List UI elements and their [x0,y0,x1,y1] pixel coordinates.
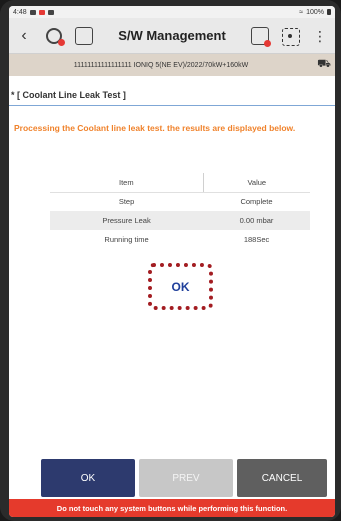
app-header: ‹ S/W Management ⋮ [9,18,335,54]
back-button[interactable]: ‹ [9,18,39,54]
vehicle-info: 11111111111111111 IONIQ 5(NE EV)/2022/70… [73,61,249,69]
cancel-button[interactable]: CANCEL [237,459,327,497]
table-row: Running time 188Sec [50,230,310,249]
row-value: Complete [240,197,273,207]
car-icon[interactable]: ⛟ [313,58,335,72]
section-title: * [ Coolant Line Leak Test ] [9,84,335,106]
alert-badge [264,39,271,47]
app-notification-icon [38,9,45,15]
vehicle-info-bar: 11111111111111111 IONIQ 5(NE EV)/2022/70… [9,54,335,76]
warning-banner: Do not touch any system buttons while pe… [9,499,335,517]
wifi-icon: ≈ [299,8,304,16]
column-header-item: Item [50,173,204,193]
row-item: Running time [104,235,149,244]
row-item: Step [118,197,135,207]
notification-icon [29,9,36,15]
tablet-device: 4:48 ≈ 100% ‹ S/W Management ⋮ 111111111… [0,0,341,521]
table-row: Step Complete [50,192,310,211]
prev-button[interactable]: PREV [139,459,233,497]
row-item: Pressure Leak [50,211,204,230]
more-button[interactable]: ⋮ [305,18,335,54]
status-right: ≈ 100% [299,9,331,16]
battery-level: 100% [306,8,324,16]
status-bar: 4:48 ≈ 100% [9,6,335,18]
status-time: 4:48 [13,8,27,16]
row-value: 188Sec [243,235,270,244]
screen: 4:48 ≈ 100% ‹ S/W Management ⋮ 111111111… [9,6,335,517]
page-title: S/W Management [118,28,226,43]
calendar-alert-icon [251,26,271,47]
alert-badge [58,38,65,46]
more-vertical-icon: ⋮ [313,27,327,44]
settings-button[interactable] [39,18,69,54]
upload-button[interactable] [69,18,99,54]
column-header-value: Value [202,173,310,193]
ok-button[interactable]: OK [41,459,135,497]
table-row: Pressure Leak 0.00 mbar [50,211,310,230]
result-ok-label: OK [148,263,213,310]
battery-icon [327,9,331,15]
calendar-button[interactable] [245,18,275,54]
chevron-left-icon: ‹ [21,26,27,44]
upload-icon [75,26,93,45]
capture-button[interactable] [275,18,305,54]
message-icon [47,9,54,15]
results-table: Item Value Step Complete Pressure Leak 0… [50,173,310,249]
gear-icon [46,27,65,46]
status-left: 4:48 [13,9,54,16]
screen-capture-icon [282,27,300,46]
row-value: 0.00 mbar [203,211,310,230]
status-message: Processing the Coolant line leak test. t… [14,123,296,133]
